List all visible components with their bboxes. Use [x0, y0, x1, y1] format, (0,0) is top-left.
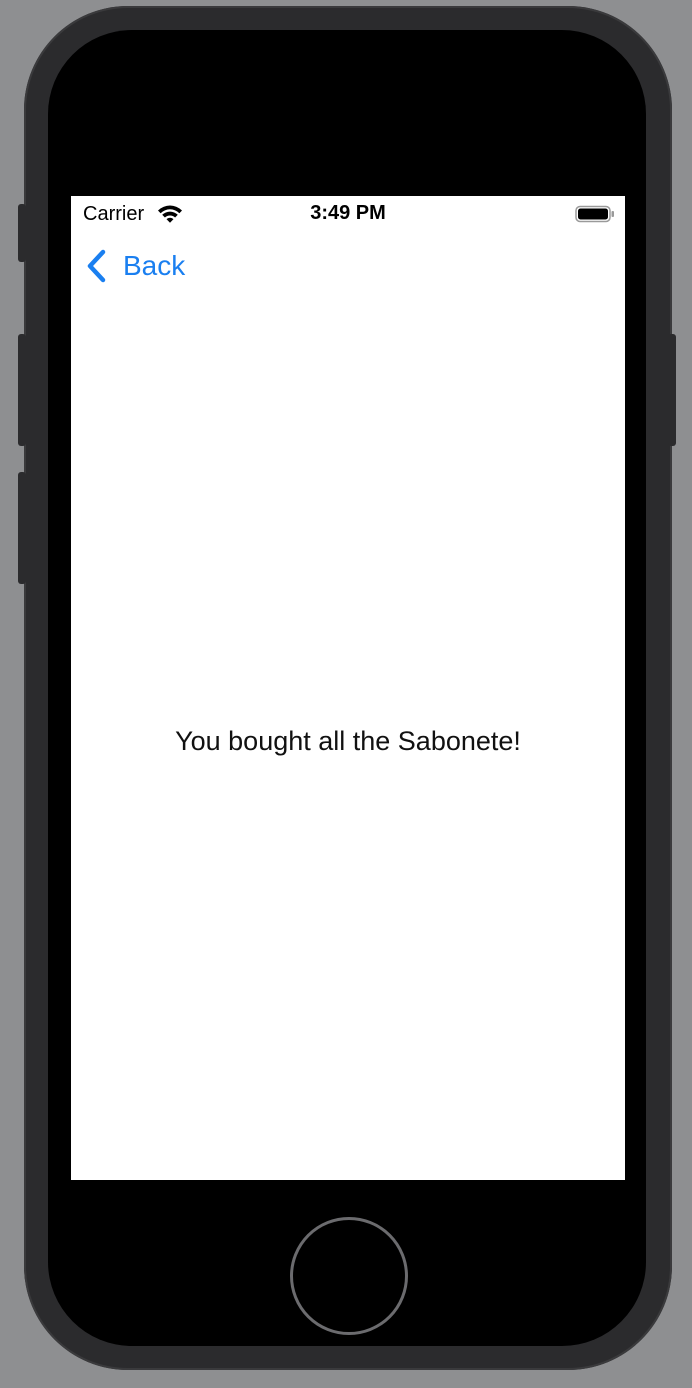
back-button-label: Back — [123, 250, 186, 281]
navigation-bar: Back — [71, 232, 625, 302]
home-button[interactable] — [290, 1217, 408, 1335]
side-button-power — [668, 334, 676, 446]
back-button[interactable]: Back — [85, 246, 185, 286]
app-screen: Carrier 3:49 PM Back You bought all the … — [71, 196, 625, 1180]
status-bar: Carrier 3:49 PM — [71, 196, 625, 232]
purchase-message: You bought all the Sabonete! — [175, 726, 521, 756]
side-button-mute — [18, 204, 26, 262]
side-button-volume-down — [18, 472, 26, 584]
status-time: 3:49 PM — [310, 202, 386, 224]
battery-icon — [575, 205, 614, 223]
chevron-left-icon — [87, 249, 106, 283]
side-button-volume-up — [18, 334, 26, 446]
